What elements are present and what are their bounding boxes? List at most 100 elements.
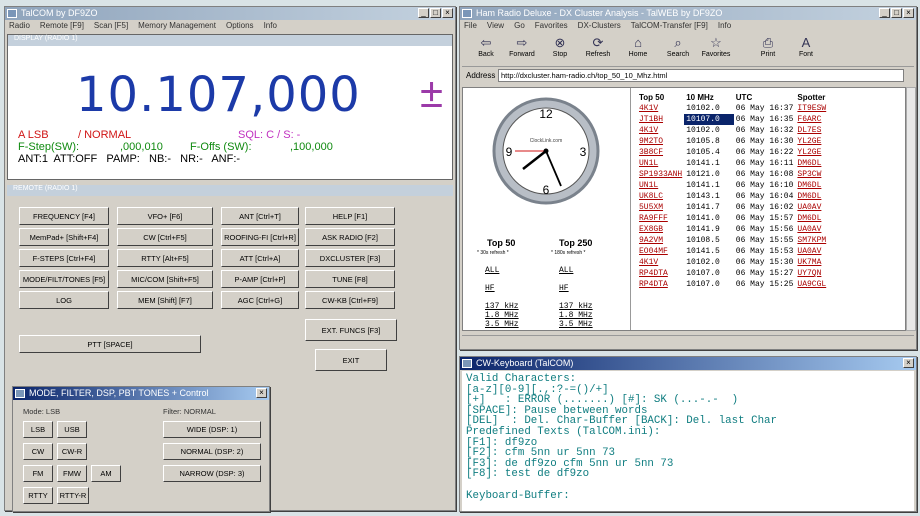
toolbar-button[interactable]: A Font xyxy=(788,35,824,65)
maximize-icon[interactable]: □ xyxy=(430,8,441,18)
spotter-link[interactable]: UA0AV xyxy=(795,224,829,235)
address-input[interactable]: http://dxcluster.ham-radio.ch/top_50_10_… xyxy=(498,69,904,82)
callsign-link[interactable]: UN1L xyxy=(637,180,684,191)
remote-button[interactable]: TUNE [F8] xyxy=(305,270,395,288)
minimize-icon[interactable]: _ xyxy=(418,8,429,18)
spotter-link[interactable]: UA0AV xyxy=(795,202,829,213)
mode-button[interactable]: CW xyxy=(23,443,53,460)
mode-button[interactable]: RTTY-R xyxy=(57,487,89,504)
remote-button[interactable]: DXCLUSTER [F3] xyxy=(305,249,395,267)
spotter-link[interactable]: SP3CW xyxy=(795,169,829,180)
band-link[interactable]: HF xyxy=(485,284,495,293)
spotter-link[interactable]: F6ARC xyxy=(795,114,829,125)
remote-button[interactable]: MIC/COM [Shift+F5] xyxy=(117,270,213,288)
remote-button[interactable]: CW [Ctrl+F5] xyxy=(117,228,213,246)
menu-item[interactable]: Scan [F5] xyxy=(94,21,128,30)
menu-item[interactable]: Go xyxy=(514,21,525,30)
remote-button[interactable]: MEM [Shift] [F7] xyxy=(117,291,213,309)
callsign-link[interactable]: RP4DTA xyxy=(637,268,684,279)
toolbar-button[interactable]: ⎙ Print xyxy=(750,35,786,65)
band-link[interactable]: 3.5 MHz xyxy=(485,320,519,329)
maximize-icon[interactable]: □ xyxy=(891,8,902,18)
remote-button[interactable]: LOG xyxy=(19,291,109,309)
cw-text-area[interactable]: Valid Characters: [a-z][0-9][.,:?-=()/+][… xyxy=(462,371,914,511)
band-link[interactable]: ALL xyxy=(485,266,499,275)
close-icon[interactable]: × xyxy=(903,8,914,18)
remote-button[interactable]: RTTY [Alt+F5] xyxy=(117,249,213,267)
callsign-link[interactable]: 5U5XM xyxy=(637,202,684,213)
mode-button[interactable]: RTTY xyxy=(23,487,53,504)
spotter-link[interactable]: SM7KPM xyxy=(795,235,829,246)
minimize-icon[interactable]: _ xyxy=(879,8,890,18)
scrollbar[interactable] xyxy=(906,87,916,331)
spotter-link[interactable]: DM6DL xyxy=(795,180,829,191)
callsign-link[interactable]: 4K1V xyxy=(637,103,684,114)
band-link[interactable]: HF xyxy=(559,284,569,293)
menu-item[interactable]: Favorites xyxy=(535,21,568,30)
remote-button[interactable]: VFO+ [F6] xyxy=(117,207,213,225)
toolbar-button[interactable]: ⇨ Forward xyxy=(504,35,540,65)
remote-button[interactable]: CW-KB [Ctrl+F9] xyxy=(305,291,395,309)
spotter-link[interactable]: DM6DL xyxy=(795,191,829,202)
callsign-link[interactable]: SP1933ANH xyxy=(637,169,684,180)
spotter-link[interactable]: IT9ESW xyxy=(795,103,829,114)
filter-button[interactable]: NORMAL (DSP: 2) xyxy=(163,443,261,460)
band-link[interactable]: 137 kHz xyxy=(559,302,593,311)
menu-item[interactable]: Options xyxy=(226,21,254,30)
callsign-link[interactable]: RA9FFF xyxy=(637,213,684,224)
menu-item[interactable]: Memory Management xyxy=(138,21,216,30)
spotter-link[interactable]: UA0AV xyxy=(795,246,829,257)
spotter-link[interactable]: DL7ES xyxy=(795,125,829,136)
exit-button[interactable]: EXIT xyxy=(315,349,387,371)
close-icon[interactable]: × xyxy=(256,388,267,398)
remote-button[interactable]: MODE/FILT/TONES [F5] xyxy=(19,270,109,288)
remote-button[interactable]: ANT [Ctrl+T] xyxy=(221,207,299,225)
menu-item[interactable]: Radio xyxy=(9,21,30,30)
toolbar-button[interactable]: ☆ Favorites xyxy=(698,35,734,65)
close-icon[interactable]: × xyxy=(903,358,914,368)
mode-button[interactable]: AM xyxy=(91,465,121,482)
mode-button[interactable]: CW-R xyxy=(57,443,87,460)
callsign-link[interactable]: 9A2VM xyxy=(637,235,684,246)
menu-item[interactable]: Info xyxy=(718,21,731,30)
callsign-link[interactable]: JT1BH xyxy=(637,114,684,125)
toolbar-button[interactable]: ⌂ Home xyxy=(620,35,656,65)
callsign-link[interactable]: 9M2TO xyxy=(637,136,684,147)
filter-button[interactable]: WIDE (DSP: 1) xyxy=(163,421,261,438)
remote-button[interactable]: F-STEPS [Ctrl+F4] xyxy=(19,249,109,267)
mode-button[interactable]: FM xyxy=(23,465,53,482)
remote-button[interactable]: AGC [Ctrl+G] xyxy=(221,291,299,309)
mode-button[interactable]: USB xyxy=(57,421,87,438)
menu-item[interactable]: DX-Clusters xyxy=(578,21,621,30)
callsign-link[interactable]: UK8LC xyxy=(637,191,684,202)
callsign-link[interactable]: EO04MF xyxy=(637,246,684,257)
spotter-link[interactable]: UK7MA xyxy=(795,257,829,268)
menu-item[interactable]: Info xyxy=(264,21,277,30)
band-link[interactable]: 3.5 MHz xyxy=(559,320,593,329)
band-link[interactable]: 1.8 MHz xyxy=(559,311,593,320)
remote-button[interactable]: ATT [Ctrl+A] xyxy=(221,249,299,267)
ext-funcs-button[interactable]: EXT. FUNCS [F3] xyxy=(305,319,397,341)
toolbar-button[interactable]: ⟳ Refresh xyxy=(580,35,616,65)
menu-item[interactable]: Remote [F9] xyxy=(40,21,84,30)
band-link[interactable]: 1.8 MHz xyxy=(485,311,519,320)
remote-button[interactable]: FREQUENCY [F4] xyxy=(19,207,109,225)
mode-button[interactable]: LSB xyxy=(23,421,53,438)
close-icon[interactable]: × xyxy=(442,8,453,18)
remote-button[interactable]: P-AMP [Ctrl+P] xyxy=(221,270,299,288)
spotter-link[interactable]: DM6DL xyxy=(795,158,829,169)
filter-button[interactable]: NARROW (DSP: 3) xyxy=(163,465,261,482)
toolbar-button[interactable]: ⌕ Search xyxy=(660,35,696,65)
callsign-link[interactable]: RP4DTA xyxy=(637,279,684,290)
spotter-link[interactable]: YL2GE xyxy=(795,136,829,147)
ptt-button[interactable]: PTT [SPACE] xyxy=(19,335,201,353)
callsign-link[interactable]: 4K1V xyxy=(637,257,684,268)
remote-button[interactable]: MemPad+ [Shift+F4] xyxy=(19,228,109,246)
menu-item[interactable]: TalCOM-Transfer [F9] xyxy=(631,21,708,30)
toolbar-button[interactable]: ⇦ Back xyxy=(468,35,504,65)
remote-button[interactable]: ROOFING-FI [Ctrl+R] xyxy=(221,228,299,246)
mode-button[interactable]: FMW xyxy=(57,465,87,482)
spotter-link[interactable]: DM6DL xyxy=(795,213,829,224)
callsign-link[interactable]: 4K1V xyxy=(637,125,684,136)
band-link[interactable]: ALL xyxy=(559,266,573,275)
